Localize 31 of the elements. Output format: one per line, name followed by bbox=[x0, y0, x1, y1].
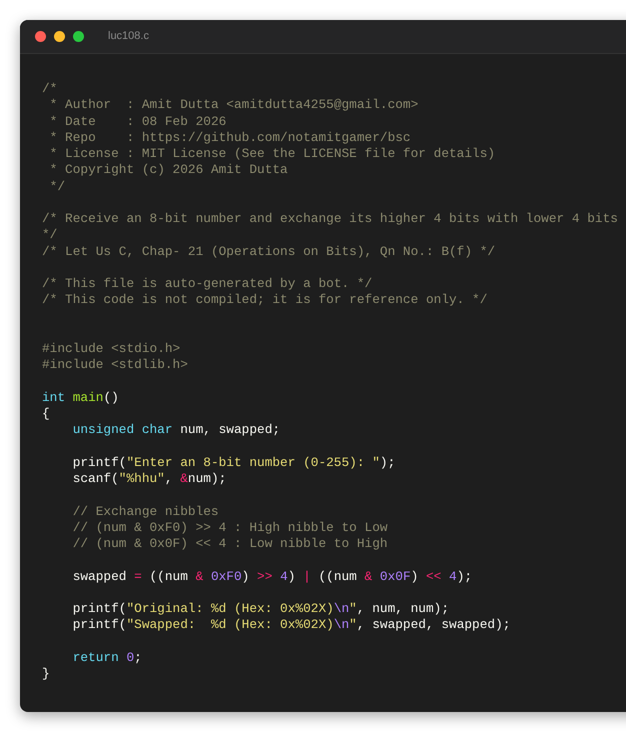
code-line: /* This file is auto-generated by a bot. */ bbox=[42, 276, 372, 292]
code-line: } bbox=[42, 666, 50, 682]
code-line: * Date : 08 Feb 2026 bbox=[48, 114, 226, 130]
code-line: /* bbox=[42, 81, 58, 98]
code-line: printf("Original: %d (Hex: 0x%02X)\n", num, num); bbox=[72, 601, 450, 618]
code-line: /* Let Us C, Chap- 21 (Operations on Bits), Qn No.: B(f) */ bbox=[42, 244, 496, 260]
code-line: swapped = ((num & 0xF0) >> 4) | ((num & 0x0F) << 4); bbox=[72, 568, 472, 585]
close-window-control[interactable] bbox=[35, 31, 46, 42]
code-line: unsigned char num, swapped; bbox=[72, 422, 280, 438]
code-line: printf("Enter an 8-bit number (0-255): "); bbox=[72, 454, 396, 471]
code-line: */ bbox=[48, 178, 66, 195]
code-line: * Copyright (c) 2026 Amit Dutta bbox=[48, 162, 288, 178]
code-line: int main() bbox=[42, 390, 119, 406]
code-line: * License : MIT License (See the LICENSE file for details) bbox=[48, 146, 496, 162]
minimize-window-control[interactable] bbox=[54, 31, 65, 42]
code-line: scanf("%hhu", &num); bbox=[72, 471, 226, 488]
code-line: #include <stdio.h> bbox=[42, 341, 180, 358]
code-line: return 0; bbox=[72, 650, 142, 666]
maximize-window-control[interactable] bbox=[73, 31, 84, 42]
code-line: #include <stdlib.h> bbox=[42, 357, 188, 374]
code-line: // Exchange nibbles bbox=[72, 504, 219, 520]
code-line: * Repo : https://github.com/notamitgamer/bsc bbox=[48, 130, 411, 146]
code-line: { bbox=[42, 406, 50, 422]
code-line: * Author : Amit Dutta <amitdutta4255@gmail.com> bbox=[48, 97, 418, 114]
code-line: // (num & 0x0F) << 4 : Low nibble to High bbox=[72, 536, 388, 552]
code-line: // (num & 0xF0) >> 4 : High nibble to Low bbox=[72, 520, 388, 536]
window-title: luc108.c bbox=[108, 29, 149, 44]
code-line: /* This code is not compiled; it is for reference only. */ bbox=[42, 292, 488, 308]
code-line: printf("Swapped: %d (Hex: 0x%02X)\n", swapped, swapped); bbox=[72, 617, 510, 634]
code-line: /* Receive an 8-bit number and exchange its higher 4 bits with lower 4 bits bbox=[42, 211, 618, 228]
code-line: */ bbox=[42, 227, 58, 244]
